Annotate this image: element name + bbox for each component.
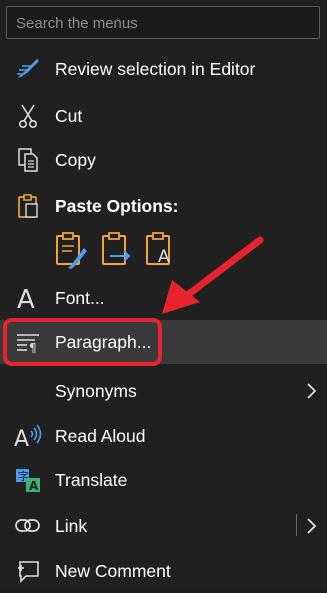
- menu-item-label: Cut: [55, 106, 83, 126]
- search-input[interactable]: Search the menus: [6, 6, 320, 39]
- svg-text:A: A: [14, 427, 29, 449]
- menu-item-synonyms[interactable]: Synonyms: [0, 369, 327, 413]
- clipboard-icon: [14, 192, 42, 220]
- editor-pen-icon: [14, 55, 42, 83]
- menu-item-label: New Comment: [55, 561, 171, 581]
- scissors-icon: [14, 102, 42, 130]
- menu-item-label: Synonyms: [55, 381, 137, 401]
- context-menu: Search the menus Review selection in Edi…: [0, 0, 327, 589]
- link-icon: [14, 512, 42, 540]
- paste-merge-icon[interactable]: [100, 230, 134, 270]
- menu-item-review-editor[interactable]: Review selection in Editor: [0, 47, 327, 91]
- menu-item-paste-options: Paste Options:: [0, 184, 327, 228]
- menu-item-label: Paste Options:: [55, 196, 179, 216]
- copy-icon: [14, 146, 42, 174]
- read-aloud-icon: A: [14, 422, 42, 450]
- menu-item-translate[interactable]: 字 A Translate: [0, 458, 327, 502]
- menu-item-label: Link: [55, 516, 88, 536]
- chevron-right-icon[interactable]: [305, 517, 319, 535]
- svg-text:A: A: [29, 479, 39, 493]
- menu-item-cut[interactable]: Cut: [0, 94, 327, 138]
- annotation-highlight-box: [3, 318, 162, 366]
- translate-icon: 字 A: [14, 466, 42, 494]
- chevron-right-icon: [305, 382, 319, 400]
- comment-icon: [14, 557, 42, 585]
- menu-item-read-aloud[interactable]: A Read Aloud: [0, 414, 327, 458]
- menu-item-label: Font...: [55, 288, 105, 308]
- menu-item-label: Translate: [55, 470, 128, 490]
- menu-item-new-comment[interactable]: New Comment: [0, 549, 327, 593]
- search-placeholder: Search the menus: [16, 15, 138, 32]
- submenu-divider: [296, 514, 297, 536]
- annotation-arrow-icon: [162, 236, 264, 314]
- menu-item-label: Review selection in Editor: [55, 59, 256, 79]
- menu-item-label: Copy: [55, 150, 96, 170]
- menu-item-link[interactable]: Link: [0, 504, 327, 548]
- paste-keep-formatting-icon[interactable]: [54, 230, 88, 270]
- font-icon: A: [14, 284, 42, 312]
- menu-item-copy[interactable]: Copy: [0, 138, 327, 182]
- svg-text:A: A: [17, 285, 35, 312]
- menu-item-label: Read Aloud: [55, 426, 146, 446]
